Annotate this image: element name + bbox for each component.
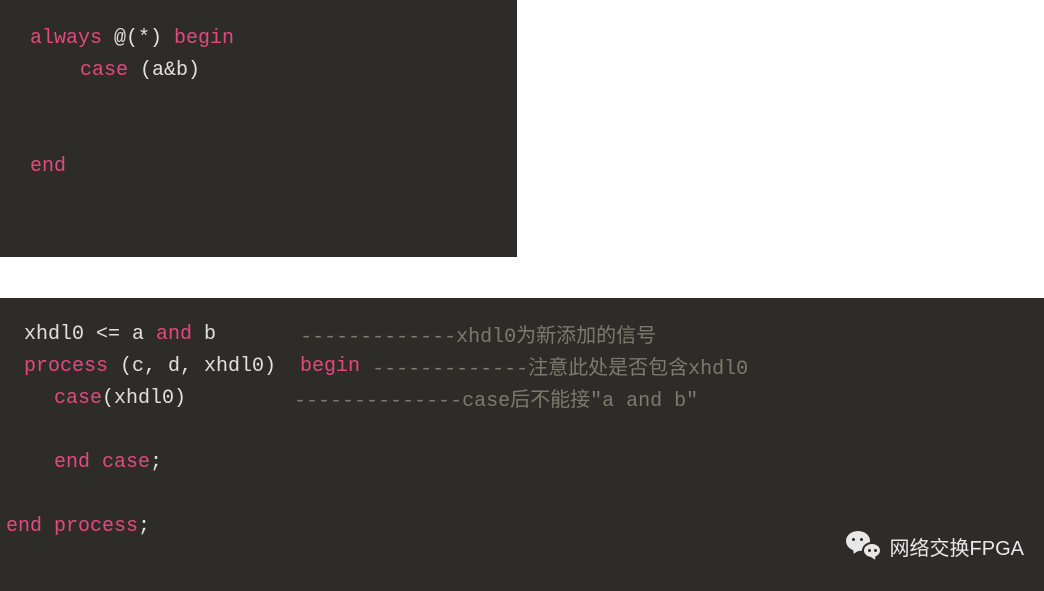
code-token: always xyxy=(30,27,102,50)
code-token: case xyxy=(102,451,150,474)
verilog-code-block: always @(*) begincase (a&b)end xyxy=(0,0,517,257)
code-token xyxy=(42,515,54,538)
code-line: always @(*) begin xyxy=(0,22,517,54)
code-token: @(*) xyxy=(102,27,174,50)
code-token: process xyxy=(54,515,138,538)
code-token: end xyxy=(6,515,42,538)
code-token: (c, d, xhdl0) xyxy=(108,355,300,378)
watermark-label: 网络交换FPGA xyxy=(890,532,1024,561)
code-token: end xyxy=(30,155,66,178)
code-token: (a&b) xyxy=(128,59,200,82)
code-token: ; xyxy=(150,451,162,474)
code-token: xhdl0 <= a xyxy=(24,323,156,346)
code-line xyxy=(0,86,517,118)
code-token: b xyxy=(192,323,216,346)
code-token: -------------xhdl0为新添加的信号 xyxy=(216,319,656,349)
code-line: case(xhdl0) --------------case后不能接"a and… xyxy=(0,382,1044,414)
code-token: begin xyxy=(300,355,360,378)
code-token: process xyxy=(24,355,108,378)
code-line: xhdl0 <= a and b -------------xhdl0为新添加的… xyxy=(0,318,1044,350)
code-line xyxy=(0,118,517,150)
code-token xyxy=(90,451,102,474)
code-token: begin xyxy=(174,27,234,50)
code-line: process (c, d, xhdl0) begin ------------… xyxy=(0,350,1044,382)
code-token: --------------case后不能接"a and b" xyxy=(186,383,698,413)
code-token: and xyxy=(156,323,192,346)
watermark: 网络交换FPGA xyxy=(846,531,1024,561)
code-token: case xyxy=(80,59,128,82)
code-line xyxy=(0,414,1044,446)
code-line: case (a&b) xyxy=(0,54,517,86)
wechat-icon xyxy=(846,531,882,561)
code-line: end case; xyxy=(0,446,1044,478)
code-token: ; xyxy=(138,515,150,538)
code-token: case xyxy=(54,387,102,410)
code-token: end xyxy=(54,451,90,474)
code-token: -------------注意此处是否包含xhdl0 xyxy=(360,351,748,381)
code-token: (xhdl0) xyxy=(102,387,186,410)
code-line xyxy=(0,478,1044,510)
code-line: end xyxy=(0,150,517,182)
